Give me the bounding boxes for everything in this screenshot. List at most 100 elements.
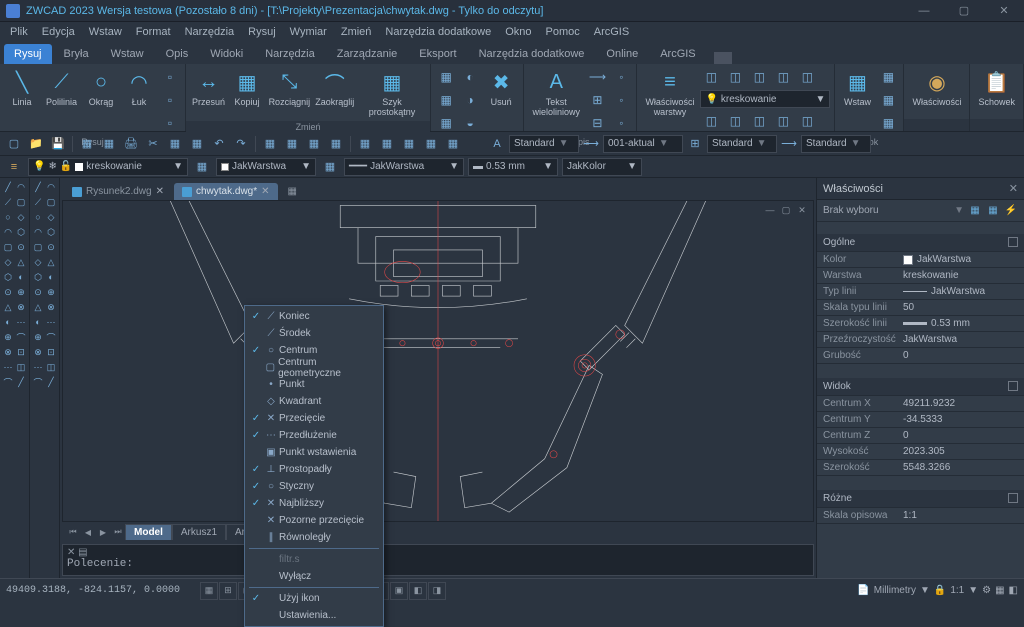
tool-btn[interactable]: ◐ [32,315,44,329]
status-toggle[interactable]: ⊞ [219,582,237,600]
ribbon-btn[interactable]: ▦Szyk prostokątny [358,66,426,119]
tool-btn[interactable]: ⊗ [15,300,27,314]
tb-btn[interactable]: ⟶ [779,134,799,154]
ctx-item[interactable]: ✓✕Najbliższy [245,495,383,512]
ribbon-btn[interactable]: ↔Przesuń [190,66,227,109]
tool-btn[interactable]: ⊕ [45,285,57,299]
minimize-button[interactable]: — [904,0,944,22]
tool-btn[interactable]: ╱ [2,180,14,194]
tool-btn[interactable]: ◇ [15,210,27,224]
ctx-item[interactable]: Wyłącz [245,568,383,585]
ribbon-small-btn[interactable]: ◫ [748,110,770,132]
ribbon-tab[interactable]: ArcGIS [650,44,705,64]
ctx-item[interactable]: ⟋Środek [245,325,383,342]
status-toggle[interactable]: ◧ [409,582,427,600]
clipboard-button[interactable]: 📋Schowek [974,66,1019,109]
tool-btn[interactable]: ⬡ [15,225,27,239]
ctx-item[interactable]: ✓○Styczny [245,478,383,495]
menu-item[interactable]: Wstaw [83,24,128,40]
tool-btn[interactable]: ▢ [15,195,27,209]
menu-item[interactable]: Plik [4,24,34,40]
ribbon-polilinia-button[interactable]: ⟋Polilinia [42,66,81,109]
tool-btn[interactable]: ⟋ [2,195,14,209]
tool-btn[interactable]: ⊕ [32,330,44,344]
tool-btn[interactable]: ⊡ [15,345,27,359]
ctx-item[interactable]: ✕Pozorne przecięcie [245,512,383,529]
status-icon[interactable]: ⚙ [982,585,991,596]
tool-btn[interactable]: ⊕ [2,330,14,344]
ctx-item[interactable]: ✓Użyj ikon [245,590,383,607]
tb-btn[interactable]: 🖨 [121,134,141,154]
ribbon-small-btn[interactable]: ◫ [772,110,794,132]
tool-btn[interactable]: ⌒ [32,375,44,389]
ribbon-small-btn[interactable]: ◫ [700,110,722,132]
ribbon-small-btn[interactable]: ▦ [877,112,899,134]
tb-btn[interactable]: ▦ [326,134,346,154]
ribbon-small-btn[interactable]: ◫ [700,66,722,88]
prop-row[interactable]: KolorJakWarstwa [817,252,1024,268]
ribbon-tab[interactable]: Online [596,44,648,64]
tb-btn[interactable]: A [487,134,507,154]
tb-open[interactable]: 📁 [26,134,46,154]
nav-prev[interactable]: ◀ [81,525,95,539]
tool-btn[interactable]: ◇ [32,255,44,269]
doc-tab[interactable]: chwytak.dwg*✕ [174,183,278,200]
tool-btn[interactable]: ⋯ [32,360,44,374]
menu-item[interactable]: Edycja [36,24,81,40]
tb-btn[interactable]: ↶ [209,134,229,154]
menu-item[interactable]: Zmień [335,24,378,40]
ribbon-small-btn[interactable]: ◫ [772,66,794,88]
menu-item[interactable]: Wymiar [284,24,333,40]
layout-tab[interactable]: Model [125,524,172,540]
ctx-item[interactable]: ✓⟋Koniec [245,308,383,325]
tool-btn[interactable]: ○ [2,210,14,224]
ribbon-small-btn[interactable]: ▦ [877,89,899,111]
tb-save[interactable]: 💾 [48,134,68,154]
ribbon-small-btn[interactable]: ◫ [724,66,746,88]
tool-btn[interactable]: ⟋ [32,195,44,209]
tool-btn[interactable]: ⊙ [32,285,44,299]
tb-btn[interactable]: ▦ [192,157,212,177]
prop-row[interactable]: Warstwakreskowanie [817,268,1024,284]
ribbon-btn[interactable]: ▦Kopiuj [229,66,265,109]
status-icon[interactable]: ▦ [995,585,1004,596]
prop-row[interactable]: Typ liniiJakWarstwa [817,284,1024,300]
doc-tab[interactable]: Rysunek2.dwg✕ [64,183,172,200]
tool-btn[interactable]: ◐ [2,315,14,329]
prop-row[interactable]: Szerokość5548.3266 [817,460,1024,476]
tool-btn[interactable]: ⋯ [2,360,14,374]
tool-btn[interactable]: ◫ [15,360,27,374]
ribbon-small-btn[interactable]: ⊞ [586,89,608,111]
nav-next[interactable]: ▶ [96,525,110,539]
tool-btn[interactable]: ▢ [32,240,44,254]
units-label[interactable]: Millimetry [874,585,916,596]
ribbon-tab[interactable]: Narzędzia dodatkowe [469,44,595,64]
drawing-canvas[interactable]: — ▢ ✕ [62,200,814,522]
tool-btn[interactable]: △ [45,255,57,269]
tool-btn[interactable]: ◐ [15,270,27,284]
color-combo[interactable]: JakWarstwa▼ [216,158,316,176]
layer-current[interactable]: 💡❄🔓kreskowanie▼ [28,158,188,176]
tb-btn[interactable]: ▦ [282,134,302,154]
ribbon-tab[interactable]: Zarządzanie [327,44,408,64]
ctx-item[interactable]: ✓⋯Przedłużenie [245,427,383,444]
prop-row[interactable]: Centrum X49211.9232 [817,396,1024,412]
tb-btn[interactable]: ▦ [99,134,119,154]
prop-section-header[interactable]: Różne [817,490,1024,508]
menu-item[interactable]: Pomoc [540,24,586,40]
style-combo[interactable]: Standard▼ [707,135,777,153]
tb-btn[interactable]: ▦ [377,134,397,154]
selection-combo[interactable]: Brak wyboru▼▦▦⚡ [817,200,1024,222]
ctx-item[interactable]: ✓⊥Prostopadły [245,461,383,478]
ribbon-small-btn[interactable]: ◦ [610,89,632,111]
tool-btn[interactable]: ⌒ [2,375,14,389]
ribbon-small-btn[interactable]: ◫ [796,66,818,88]
menu-item[interactable]: ArcGIS [588,24,635,40]
tool-btn[interactable]: ◇ [45,210,57,224]
tb-btn[interactable]: ▦ [320,157,340,177]
prop-row[interactable]: PrzeźroczystośćJakWarstwa [817,332,1024,348]
prop-row[interactable]: Szerokość linii0.53 mm [817,316,1024,332]
status-toggle[interactable]: ◨ [428,582,446,600]
ribbon-small-btn[interactable]: ◫ [748,66,770,88]
tb-btn[interactable]: ↷ [231,134,251,154]
